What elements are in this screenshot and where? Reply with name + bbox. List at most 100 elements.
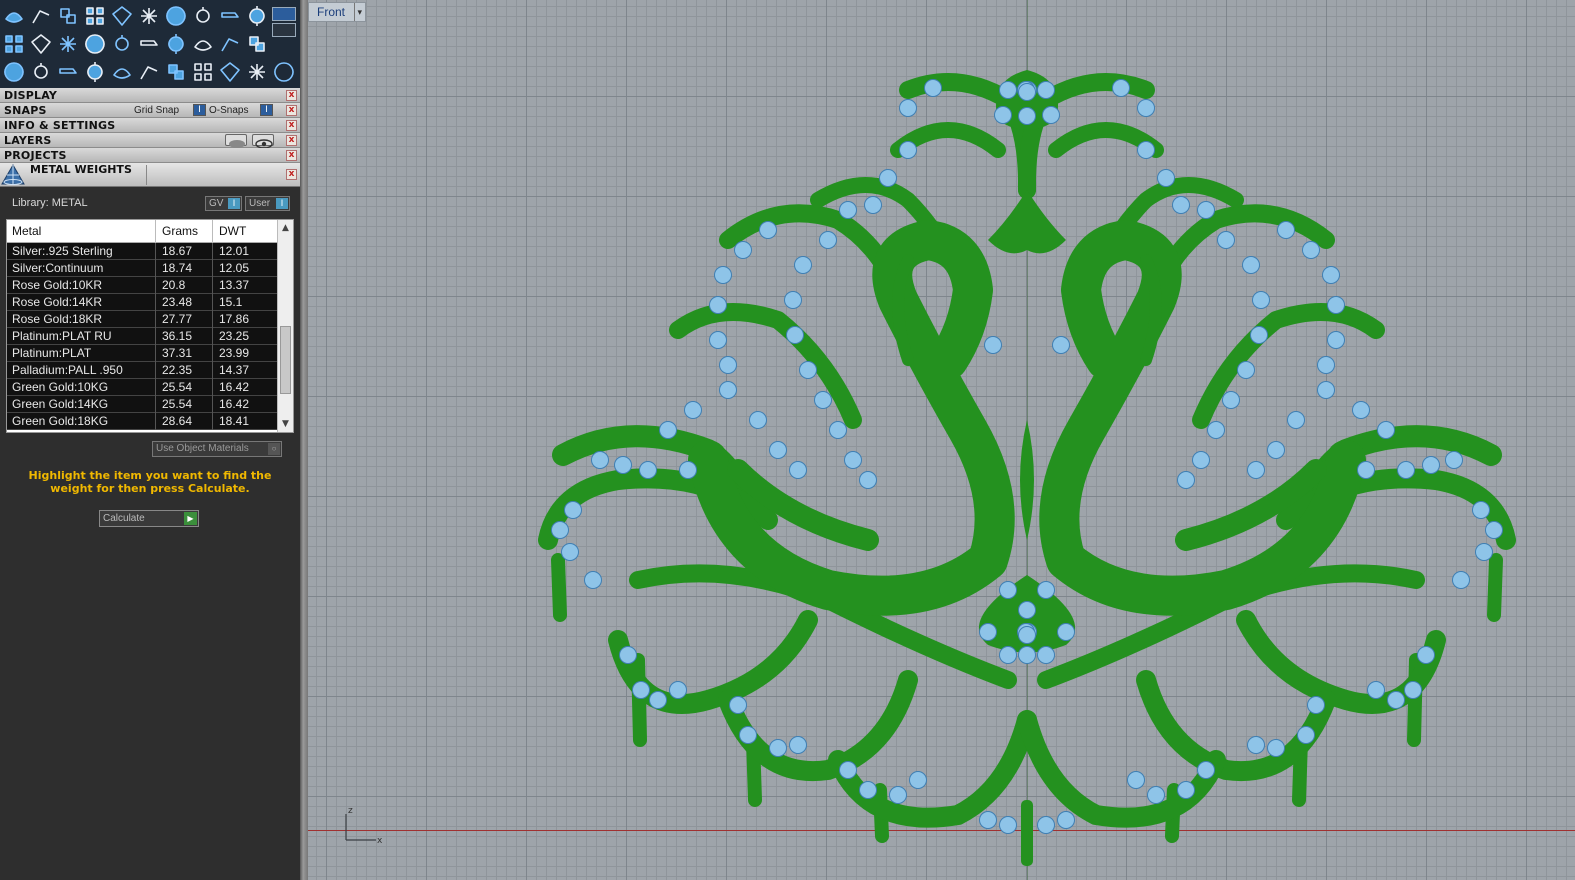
gemstone xyxy=(1317,381,1335,399)
grams-cell: 23.48 xyxy=(162,295,193,309)
table-scrollbar[interactable]: ▲ ▼ xyxy=(277,220,293,432)
o-snaps-toggle[interactable]: I xyxy=(260,104,273,116)
gemstone xyxy=(1172,196,1190,214)
viewport-quad-button[interactable] xyxy=(272,23,296,37)
ring-tool-icon[interactable] xyxy=(164,32,188,56)
scroll-up-icon[interactable]: ▲ xyxy=(278,221,293,235)
prong-tool-icon[interactable] xyxy=(137,4,161,28)
chain-tool-icon[interactable] xyxy=(245,32,269,56)
scale-tool-icon[interactable] xyxy=(137,60,161,84)
info-settings-section[interactable]: INFO & SETTINGS x xyxy=(0,118,300,133)
cell-separator xyxy=(155,243,156,260)
diamond-tool-icon[interactable] xyxy=(29,32,53,56)
gemstone xyxy=(999,81,1017,99)
gem-tool-icon[interactable] xyxy=(110,4,134,28)
plane-tool-icon[interactable] xyxy=(56,32,80,56)
table-row[interactable]: Green Gold:18KG 28.64 18.41 xyxy=(7,413,277,430)
gemstone xyxy=(1037,81,1055,99)
gv-library-toggle[interactable]: GV I xyxy=(205,196,242,211)
column-header-dwt[interactable]: DWT xyxy=(219,224,246,238)
viewport-menu-arrow-icon[interactable]: ▾ xyxy=(354,3,362,21)
gemstone xyxy=(994,106,1012,124)
cell-separator xyxy=(155,396,156,413)
axis-x-label: x xyxy=(377,836,383,846)
table-row[interactable]: Palladium:PALL .950 22.35 14.37 xyxy=(7,362,277,379)
split-tool-icon[interactable] xyxy=(83,60,107,84)
trim-tool-icon[interactable] xyxy=(245,60,269,84)
curve-tool-icon[interactable] xyxy=(2,4,26,28)
layers-close-icon[interactable]: x xyxy=(286,135,297,146)
polyline-tool-icon[interactable] xyxy=(29,4,53,28)
table-row[interactable]: Rose Gold:18KR 27.77 17.86 xyxy=(7,311,277,328)
panel-splitter[interactable] xyxy=(300,0,308,880)
extrude-tool-icon[interactable] xyxy=(83,32,107,56)
table-row[interactable]: Rose Gold:14KR 23.48 15.1 xyxy=(7,294,277,311)
fit-tool-icon[interactable] xyxy=(218,60,242,84)
circle-tool-icon[interactable] xyxy=(272,60,296,84)
pen-tool-icon[interactable] xyxy=(137,32,161,56)
table-row[interactable]: Platinum:PLAT 37.31 23.99 xyxy=(7,345,277,362)
snaps-section[interactable]: SNAPS Grid Snap I O-Snaps I x xyxy=(0,103,300,118)
header-divider xyxy=(146,165,147,185)
link-tool-icon[interactable] xyxy=(191,60,215,84)
table-row[interactable]: Silver:.925 Sterling 18.67 12.01 xyxy=(7,243,277,260)
table-row[interactable]: Green Gold:14KG 25.54 16.42 xyxy=(7,396,277,413)
bezel-tool-icon[interactable] xyxy=(191,4,215,28)
page-tool-icon[interactable] xyxy=(110,32,134,56)
dwt-cell: 13.37 xyxy=(219,278,250,292)
metal-weights-close-icon[interactable]: x xyxy=(286,169,297,180)
cutter-tool-icon[interactable] xyxy=(218,4,242,28)
gemstone xyxy=(1397,461,1415,479)
scroll-thumb[interactable] xyxy=(280,326,291,394)
grid-tool-icon[interactable] xyxy=(218,32,242,56)
calculate-button[interactable]: Calculate ▶ xyxy=(99,510,199,527)
pave-tool-icon[interactable] xyxy=(164,4,188,28)
boolean-tool-icon[interactable] xyxy=(56,4,80,28)
viewport-title-tab[interactable]: Front ▾ xyxy=(308,2,367,22)
gemstone xyxy=(859,471,877,489)
cell-separator xyxy=(212,379,213,396)
array-tool-icon[interactable] xyxy=(83,4,107,28)
front-viewport[interactable]: Front ▾ z x xyxy=(308,0,1575,880)
user-library-toggle[interactable]: User I xyxy=(245,196,290,211)
layers-section[interactable]: LAYERS x xyxy=(0,133,300,149)
table-row[interactable]: Silver:Continuum 18.74 12.05 xyxy=(7,260,277,277)
column-header-metal[interactable]: Metal xyxy=(12,224,41,238)
display-section[interactable]: DISPLAY x xyxy=(0,88,300,103)
arc-tool-icon[interactable] xyxy=(29,60,53,84)
scroll-down-icon[interactable]: ▼ xyxy=(278,417,293,431)
projects-close-icon[interactable]: x xyxy=(286,150,297,161)
projects-section[interactable]: PROJECTS x xyxy=(0,148,300,163)
gemstone xyxy=(719,381,737,399)
gemstone xyxy=(1042,106,1060,124)
table-row[interactable]: Platinum:PLAT RU 36.15 23.25 xyxy=(7,328,277,345)
dwt-cell: 16.42 xyxy=(219,397,250,411)
table-row[interactable]: Green Gold:10KG 25.54 16.42 xyxy=(7,379,277,396)
group-tool-icon[interactable] xyxy=(2,60,26,84)
gemstone xyxy=(999,581,1017,599)
star-tool-icon[interactable] xyxy=(191,32,215,56)
fan-tool-icon[interactable] xyxy=(164,60,188,84)
table-body: Silver:.925 Sterling 18.67 12.01 Silver:Con… xyxy=(7,243,277,430)
info-settings-close-icon[interactable]: x xyxy=(286,120,297,131)
dwt-cell: 12.05 xyxy=(219,261,250,275)
play-arrow-icon: ▶ xyxy=(184,512,197,525)
move-tool-icon[interactable] xyxy=(110,60,134,84)
snaps-close-icon[interactable]: x xyxy=(286,105,297,116)
viewport-single-button[interactable] xyxy=(272,7,296,21)
surface-tool-icon[interactable] xyxy=(2,32,26,56)
table-row[interactable]: Rose Gold:10KR 20.8 13.37 xyxy=(7,277,277,294)
grid-snap-toggle[interactable]: I xyxy=(193,104,206,116)
gear-tool-icon[interactable] xyxy=(245,4,269,28)
use-object-materials-toggle[interactable]: Use Object Materials ○ xyxy=(152,441,282,457)
layer-visibility-eye-icon[interactable] xyxy=(252,134,274,149)
gemstone xyxy=(859,781,877,799)
gemstone xyxy=(1177,781,1195,799)
gemstone xyxy=(614,456,632,474)
gemstone xyxy=(709,331,727,349)
layer-visibility-off-icon[interactable] xyxy=(225,134,247,148)
jewelry-model[interactable] xyxy=(308,0,1575,880)
offset-tool-icon[interactable] xyxy=(56,60,80,84)
column-header-grams[interactable]: Grams xyxy=(162,224,198,238)
display-close-icon[interactable]: x xyxy=(286,90,297,101)
